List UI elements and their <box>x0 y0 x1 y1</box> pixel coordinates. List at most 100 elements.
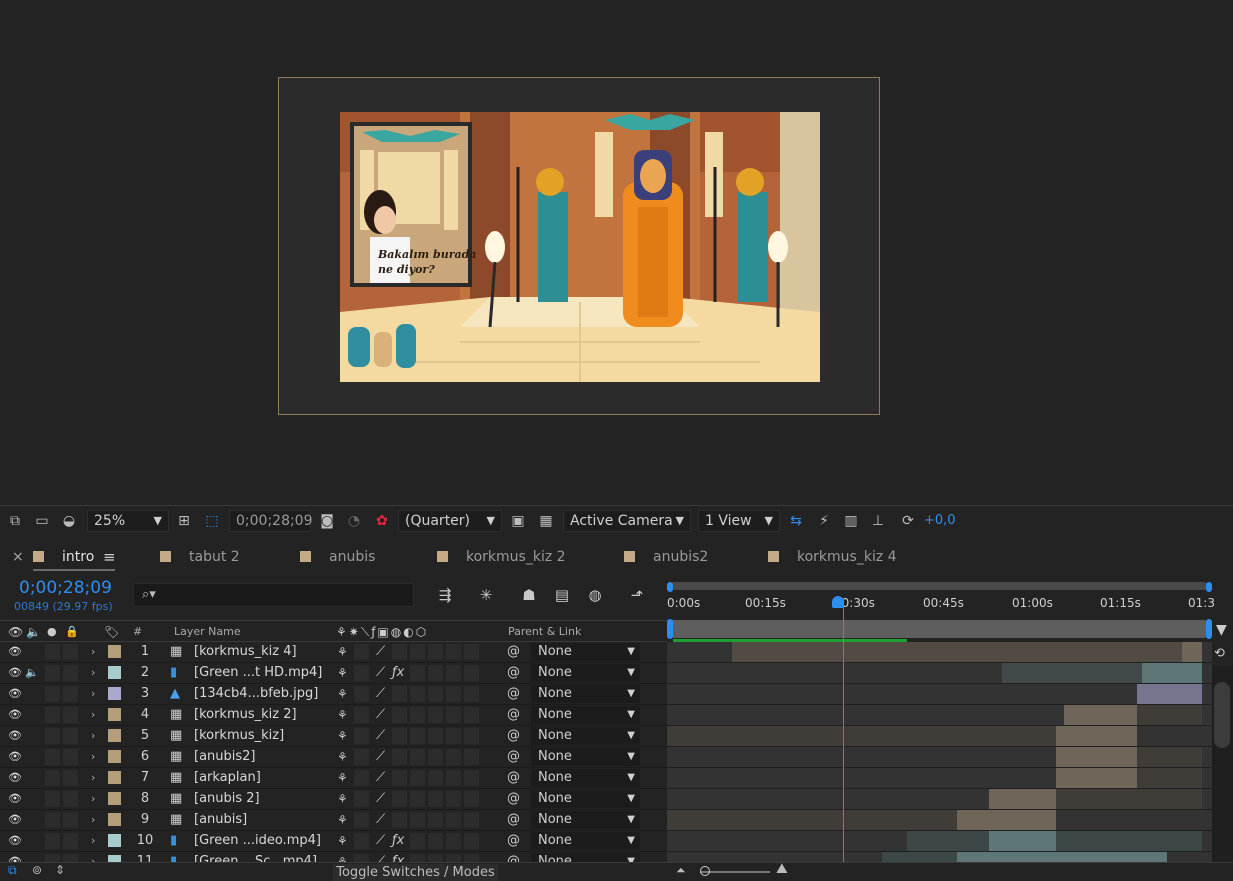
time-ruler[interactable]: 0:00s 00:15s 00:30s 00:45s 01:00s 01:15s 01:3 <box>667 582 1215 642</box>
label-color-swatch[interactable] <box>108 729 121 742</box>
shy-switch-icon[interactable]: ⚘ <box>337 663 348 684</box>
pick-whip-icon[interactable]: @ <box>507 831 520 852</box>
motion-blur-switch[interactable] <box>428 686 443 702</box>
3d-layer-switch[interactable] <box>464 686 479 702</box>
shy-switch-icon[interactable]: ⚘ <box>337 789 348 810</box>
layer-track[interactable] <box>667 726 1212 747</box>
3d-layer-switch[interactable] <box>464 749 479 765</box>
effects-fx-icon[interactable]: ƒx <box>392 831 404 852</box>
collapse-switch[interactable] <box>354 833 369 849</box>
lock-toggle[interactable] <box>63 707 78 723</box>
pick-whip-icon[interactable]: @ <box>507 705 520 726</box>
monitor-icon[interactable]: ▭ <box>33 512 51 530</box>
3d-layer-switch[interactable] <box>464 791 479 807</box>
motion-blur-switch[interactable] <box>428 707 443 723</box>
lock-toggle[interactable] <box>63 812 78 828</box>
exposure-value[interactable]: +0,0 <box>924 513 956 528</box>
layer-duration-bar[interactable] <box>1056 789 1202 809</box>
effects-switch[interactable] <box>392 791 407 807</box>
layer-search-input[interactable]: ⌕▾ <box>133 583 414 607</box>
pick-whip-icon[interactable]: @ <box>507 726 520 747</box>
comp-marker-bin-icon[interactable]: ▼ <box>1216 622 1227 638</box>
visibility-eye-icon[interactable]: 👁 <box>8 747 22 768</box>
layer-row[interactable]: 👁 🔈 › 2 ▮ [Green ...t HD.mp4] ⚘ ⟋ ƒx @ None ▼ <box>0 663 667 684</box>
layer-duration-bar[interactable] <box>1137 705 1202 725</box>
transparency-checker-icon[interactable]: ▦ <box>537 512 555 530</box>
shy-switch-icon[interactable]: ⚘ <box>337 810 348 831</box>
visibility-eye-icon[interactable]: 👁 <box>8 768 22 789</box>
pick-whip-icon[interactable]: @ <box>507 642 520 663</box>
playhead-line[interactable] <box>843 598 844 880</box>
column-layer-name[interactable]: Layer Name <box>174 625 241 638</box>
view-layout-dropdown[interactable]: 1 View ▼ <box>698 510 780 532</box>
show-snapshot-icon[interactable]: ◔ <box>345 512 363 530</box>
layer-duration-bar[interactable] <box>957 810 1056 830</box>
layer-name[interactable]: [Green ...t HD.mp4] <box>194 663 322 684</box>
quality-slash-icon[interactable]: ⟋ <box>376 726 385 747</box>
solo-toggle[interactable] <box>45 749 60 765</box>
tab-tabut-2[interactable]: tabut 2 <box>160 548 240 568</box>
layer-duration-bar[interactable] <box>1137 684 1202 704</box>
lock-toggle[interactable] <box>63 644 78 660</box>
channel-rgb-icon[interactable]: ✿ <box>373 512 391 530</box>
layer-name[interactable]: [arkaplan] <box>194 768 261 789</box>
layer-name[interactable]: [Green ...ideo.mp4] <box>194 831 321 852</box>
parent-dropdown[interactable]: None ▼ <box>531 643 640 661</box>
motion-blur-switch[interactable] <box>428 665 443 681</box>
layer-name[interactable]: [anubis2] <box>194 747 256 768</box>
comp-mini-flowchart-icon[interactable]: ⇶ <box>434 586 456 606</box>
tab-korkmus-kiz-2[interactable]: korkmus_kiz 2 <box>437 548 566 568</box>
label-color-swatch[interactable] <box>108 792 121 805</box>
visibility-eye-icon[interactable]: 👁 <box>8 684 22 705</box>
layer-row[interactable]: 👁 › 1 ▦ [korkmus_kiz 4] ⚘ ⟋ @ None ▼ <box>0 642 667 663</box>
collapse-switch[interactable] <box>354 686 369 702</box>
in-out-icon[interactable]: ⇕ <box>55 863 65 877</box>
label-color-swatch[interactable] <box>108 771 121 784</box>
layer-name[interactable]: [anubis] <box>194 810 247 831</box>
quality-slash-icon[interactable]: ⟋ <box>376 642 385 663</box>
flowchart-icon[interactable]: ⊥ <box>869 512 887 530</box>
quality-slash-icon[interactable]: ⟋ <box>376 768 385 789</box>
layer-track[interactable] <box>667 663 1212 684</box>
collapse-switch[interactable] <box>354 812 369 828</box>
layer-name[interactable]: [korkmus_kiz 2] <box>194 705 297 726</box>
lock-toggle[interactable] <box>63 833 78 849</box>
adjustment-switch[interactable] <box>446 644 461 660</box>
layer-duration-bar[interactable] <box>1056 747 1137 767</box>
layer-track[interactable] <box>667 747 1212 768</box>
layer-track[interactable] <box>667 810 1212 831</box>
shy-switch-icon[interactable]: ⚘ <box>337 684 348 705</box>
pick-whip-icon[interactable]: @ <box>507 663 520 684</box>
lock-toggle[interactable] <box>63 728 78 744</box>
layer-row[interactable]: 👁 › 9 ▦ [anubis] ⚘ ⟋ @ None ▼ <box>0 810 667 831</box>
expand-chevron-icon[interactable]: › <box>91 642 95 663</box>
quality-slash-icon[interactable]: ⟋ <box>376 705 385 726</box>
visibility-eye-icon[interactable]: 👁 <box>8 726 22 747</box>
work-area-start-handle[interactable] <box>667 619 673 639</box>
quality-slash-icon[interactable]: ⟋ <box>376 684 385 705</box>
pick-whip-icon[interactable]: @ <box>507 810 520 831</box>
expand-chevron-icon[interactable]: › <box>91 684 95 705</box>
toggle-switches-modes-button[interactable]: Toggle Switches / Modes <box>333 864 498 881</box>
layer-duration-bar[interactable] <box>1056 726 1137 746</box>
quality-slash-icon[interactable]: ⟋ <box>376 747 385 768</box>
layer-track[interactable] <box>667 642 1212 663</box>
adjustment-switch[interactable] <box>446 833 461 849</box>
transfer-controls-icon[interactable]: ⊚ <box>32 863 42 877</box>
layer-duration-bar[interactable] <box>1182 642 1202 662</box>
adjustment-switch[interactable] <box>446 686 461 702</box>
layer-track[interactable] <box>667 684 1212 705</box>
label-color-swatch[interactable] <box>108 834 121 847</box>
solo-toggle[interactable] <box>45 707 60 723</box>
effects-switch[interactable] <box>392 644 407 660</box>
motion-blur-switch[interactable] <box>428 728 443 744</box>
layer-duration-bar[interactable] <box>1056 768 1137 788</box>
frame-blend-switch[interactable] <box>410 833 425 849</box>
layer-duration-bar[interactable] <box>1142 663 1202 683</box>
layer-name[interactable]: [korkmus_kiz] <box>194 726 284 747</box>
parent-dropdown[interactable]: None ▼ <box>531 727 640 745</box>
expand-chevron-icon[interactable]: › <box>91 810 95 831</box>
audio-switch-icon[interactable]: 🔈 <box>26 625 41 639</box>
pick-whip-icon[interactable]: @ <box>507 768 520 789</box>
timeline-current-time[interactable]: 0;00;28;09 <box>19 578 112 598</box>
